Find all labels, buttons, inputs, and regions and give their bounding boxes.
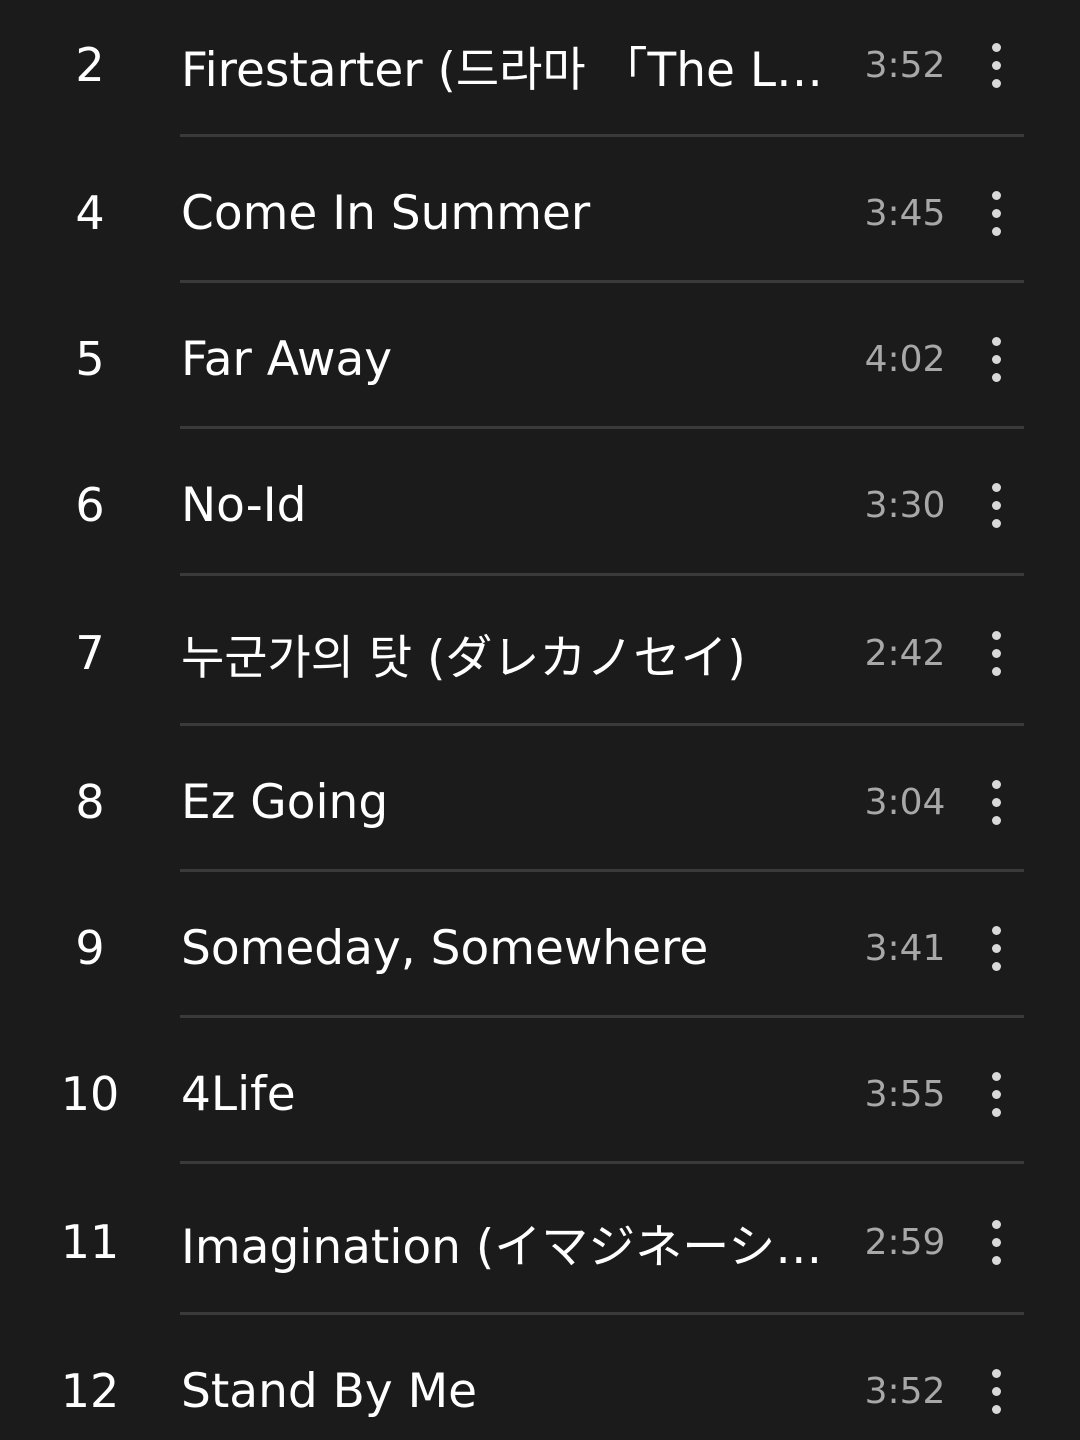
track-list: 2 Firestarter (드라마 「The L… 3:52 4 Come I… (0, 0, 1080, 1440)
track-duration: 3:52 (864, 1370, 946, 1412)
row-divider (180, 1015, 1024, 1018)
track-number: 12 (60, 1364, 120, 1418)
more-vertical-icon (991, 925, 1001, 971)
track-duration: 3:52 (864, 44, 946, 86)
track-duration: 2:59 (864, 1221, 946, 1263)
track-title: Imagination (イマジネーシ… (181, 1219, 821, 1275)
row-divider (180, 426, 1024, 429)
track-number: 5 (75, 332, 105, 386)
track-duration: 4:02 (864, 338, 946, 380)
track-title: Far Away (181, 331, 393, 387)
more-options-button[interactable] (966, 729, 1026, 875)
track-duration: 2:42 (864, 632, 946, 674)
track-row[interactable]: 4 Come In Summer 3:45 (0, 140, 1080, 286)
more-vertical-icon (991, 336, 1001, 382)
track-duration: 3:55 (864, 1073, 946, 1115)
more-vertical-icon (991, 779, 1001, 825)
track-title: Firestarter (드라마 「The L… (181, 42, 821, 98)
track-duration: 3:04 (864, 781, 946, 823)
track-duration: 3:45 (864, 192, 946, 234)
track-row[interactable]: 11 Imagination (イマジネーシ… 2:59 (0, 1169, 1080, 1315)
track-row[interactable]: 2 Firestarter (드라마 「The L… 3:52 (0, 0, 1080, 138)
track-row[interactable]: 8 Ez Going 3:04 (0, 729, 1080, 875)
track-title: Ez Going (181, 774, 389, 830)
more-options-button[interactable] (966, 580, 1026, 726)
track-number: 8 (75, 775, 105, 829)
more-vertical-icon (991, 1368, 1001, 1414)
more-options-button[interactable] (966, 140, 1026, 286)
track-title: 누군가의 탓 (ダレカノセイ) (181, 630, 746, 686)
more-vertical-icon (991, 1219, 1001, 1265)
more-options-button[interactable] (966, 1169, 1026, 1315)
row-divider (180, 869, 1024, 872)
track-row[interactable]: 5 Far Away 4:02 (0, 286, 1080, 432)
track-number: 11 (60, 1215, 120, 1269)
more-options-button[interactable] (966, 1318, 1026, 1440)
track-row[interactable]: 10 4Life 3:55 (0, 1021, 1080, 1167)
row-divider (180, 1312, 1024, 1315)
track-duration: 3:30 (864, 484, 946, 526)
row-divider (180, 573, 1024, 576)
more-options-button[interactable] (966, 432, 1026, 578)
more-options-button[interactable] (966, 875, 1026, 1021)
track-row[interactable]: 9 Someday, Somewhere 3:41 (0, 875, 1080, 1021)
more-options-button[interactable] (966, 1021, 1026, 1167)
track-row[interactable]: 7 누군가의 탓 (ダレカノセイ) 2:42 (0, 580, 1080, 726)
track-number: 2 (75, 38, 105, 92)
track-row[interactable]: 12 Stand By Me 3:52 (0, 1318, 1080, 1440)
track-title: 4Life (181, 1066, 296, 1122)
track-number: 10 (60, 1067, 120, 1121)
more-options-button[interactable] (966, 286, 1026, 432)
more-vertical-icon (991, 1071, 1001, 1117)
more-vertical-icon (991, 630, 1001, 676)
track-duration: 3:41 (864, 927, 946, 969)
more-vertical-icon (991, 190, 1001, 236)
row-divider (180, 134, 1024, 137)
row-divider (180, 1161, 1024, 1164)
more-options-button[interactable] (966, 0, 1026, 138)
row-divider (180, 280, 1024, 283)
track-number: 9 (75, 921, 105, 975)
track-title: Someday, Somewhere (181, 920, 709, 976)
track-title: No-Id (181, 477, 307, 533)
track-number: 4 (75, 186, 105, 240)
track-row[interactable]: 6 No-Id 3:30 (0, 432, 1080, 578)
track-title: Stand By Me (181, 1363, 478, 1419)
track-number: 6 (75, 478, 105, 532)
track-title: Come In Summer (181, 185, 591, 241)
more-vertical-icon (991, 42, 1001, 88)
more-vertical-icon (991, 482, 1001, 528)
row-divider (180, 723, 1024, 726)
track-number: 7 (75, 626, 105, 680)
